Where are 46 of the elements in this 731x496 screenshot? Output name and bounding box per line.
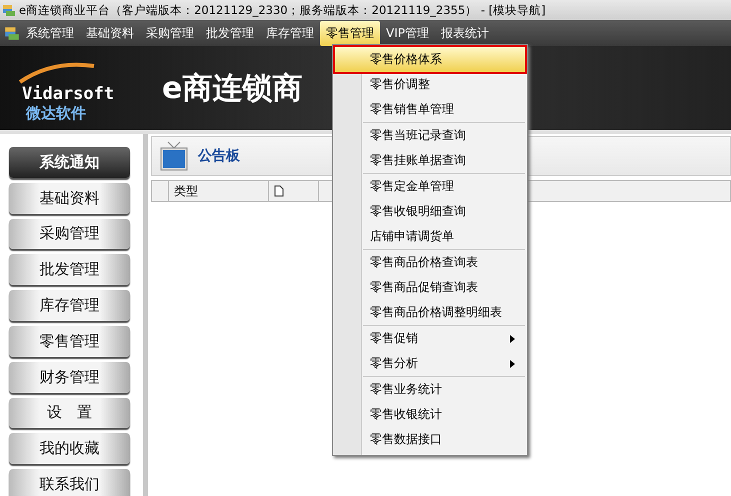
sidebar-button[interactable]: 我的收藏 [9,433,130,464]
menu-item[interactable]: 批发管理 [200,20,260,46]
sidebar-button[interactable]: 采购管理 [9,218,130,250]
menu-item[interactable]: 零售定金单管理 [335,174,525,199]
menu-item[interactable]: 基础资料 [80,20,140,46]
menu-item[interactable]: 零售收银统计 [335,402,525,427]
tv-icon [160,141,188,171]
menu-item[interactable]: 零售收银明细查询 [335,199,525,224]
banner-title: e商连锁商 [162,70,302,108]
menu-item[interactable]: 零售当班记录查询 [335,123,525,148]
app-icon [2,3,16,17]
app-icon [4,25,20,41]
submenu-arrow-icon [510,334,515,342]
menu-item[interactable]: 店铺申请调货单 [335,224,525,249]
sidebar-button[interactable]: 零售管理 [9,326,130,357]
menu-item[interactable]: 采购管理 [140,20,200,46]
menu-item[interactable]: 零售数据接口 [335,427,525,452]
sidebar-button[interactable]: 库存管理 [9,290,130,321]
logo-subtitle: 微达软件 [24,104,87,123]
submenu-arrow-icon [510,360,515,368]
sidebar-button[interactable]: 系统通知 [9,147,130,178]
menu-item[interactable]: 零售促销 [335,326,525,351]
sidebar-button[interactable]: 基础资料 [9,182,130,214]
menu-item[interactable]: 零售商品促销查询表 [335,275,525,300]
column-header[interactable]: 类型 [174,182,198,200]
menu-item[interactable]: 零售价格体系 [335,47,525,72]
window-title: e商连锁商业平台（客户端版本：20121129_2330；服务端版本：20121119_2355） - [模块导航] [19,2,546,18]
menu-item[interactable]: 零售商品价格调整明细表 [335,300,525,325]
sidebar-button[interactable]: 批发管理 [9,254,130,286]
sidebar-button[interactable]: 财务管理 [9,362,130,393]
logo-text: Vidarsoft [21,84,116,104]
file-icon [274,185,284,197]
menu-item[interactable]: 零售价调整 [335,72,525,97]
sidebar-button[interactable]: 联系我们 [9,469,130,496]
menu-item[interactable]: 系统管理 [20,20,80,46]
menu-item[interactable]: 零售分析 [335,351,525,376]
panel-title: 公告板 [198,147,240,165]
menu-item[interactable]: 库存管理 [260,20,320,46]
menu-item[interactable]: 报表统计 [434,20,495,46]
menu-item[interactable]: 零售商品价格查询表 [335,250,525,275]
menu-item[interactable]: 零售管理 [320,20,380,46]
menu-item[interactable]: 零售业务统计 [335,377,525,402]
sidebar-button[interactable]: 设 置 [9,398,130,428]
menu-item[interactable]: 零售挂账单据查询 [335,148,525,173]
menu-item[interactable]: VIP管理 [380,20,435,46]
menu-item[interactable]: 零售销售单管理 [335,97,525,122]
